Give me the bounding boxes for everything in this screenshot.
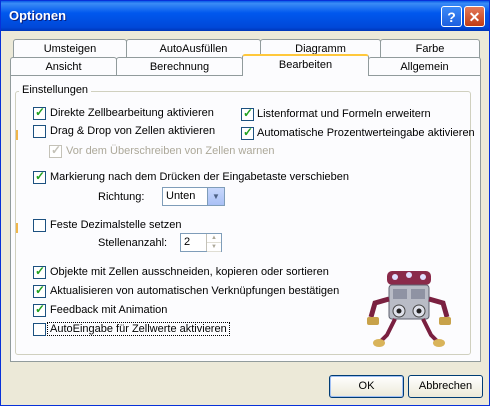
objekte-ausschneiden-checkbox[interactable] xyxy=(33,264,46,279)
tab-ansicht[interactable]: Ansicht xyxy=(10,57,117,76)
markierung-verschieben-checkbox[interactable] xyxy=(33,169,46,184)
feste-dezimalstelle-checkbox[interactable] xyxy=(33,219,46,232)
office-assistant-robot-icon[interactable] xyxy=(367,269,451,351)
options-dialog: Optionen ? ✕ Umsteigen AutoAusfüllen Dia… xyxy=(0,0,490,406)
tab-umsteigen[interactable]: Umsteigen xyxy=(13,39,127,58)
feedback-animation-label[interactable]: Feedback mit Animation xyxy=(50,304,167,316)
stellenanzahl-label: Stellenanzahl: xyxy=(98,237,168,249)
prozentwerteingabe-checkbox[interactable] xyxy=(241,125,254,140)
autoeingabe-checkbox[interactable] xyxy=(33,323,46,336)
spinner-buttons[interactable]: ▲ ▼ xyxy=(206,234,221,252)
close-icon[interactable]: ✕ xyxy=(464,6,485,27)
title-bar[interactable]: Optionen ? ✕ xyxy=(1,1,489,31)
drag-drop-label[interactable]: Drag & Drop von Zellen aktivieren xyxy=(50,125,215,137)
ueberschreiben-warnen-checkbox xyxy=(49,143,62,158)
verknuepfungen-checkbox[interactable] xyxy=(33,283,46,298)
richtung-label: Richtung: xyxy=(98,191,145,203)
prozentwerteingabe-label[interactable]: Automatische Prozentwerteingabe aktivier… xyxy=(257,127,475,139)
help-icon[interactable]: ? xyxy=(441,6,462,27)
cancel-button[interactable]: Abbrechen xyxy=(408,375,483,398)
direkte-zellbearbeitung-label[interactable]: Direkte Zellbearbeitung aktivieren xyxy=(50,107,214,119)
richtung-select[interactable]: Unten ▼ xyxy=(162,187,225,206)
spin-down-icon[interactable]: ▼ xyxy=(207,243,221,252)
chevron-down-icon[interactable]: ▼ xyxy=(207,188,224,205)
markierung-verschieben-label[interactable]: Markierung nach dem Drücken der Eingabet… xyxy=(50,171,349,183)
change-marker xyxy=(16,130,18,140)
ueberschreiben-warnen-label: Vor dem Überschreiben von Zellen warnen xyxy=(66,145,275,157)
feste-dezimalstelle-label[interactable]: Feste Dezimalstelle setzen xyxy=(50,219,181,231)
listenformat-label[interactable]: Listenformat und Formeln erweitern xyxy=(257,108,431,120)
listenformat-checkbox[interactable] xyxy=(241,106,254,121)
stellenanzahl-spinner[interactable]: 2 ▲ ▼ xyxy=(180,233,222,252)
tab-autoausfuellen[interactable]: AutoAusfüllen xyxy=(126,39,261,58)
verknuepfungen-label[interactable]: Aktualisieren von automatischen Verknüpf… xyxy=(50,285,339,297)
richtung-value: Unten xyxy=(166,190,196,202)
drag-drop-checkbox[interactable] xyxy=(33,125,46,138)
tab-farbe[interactable]: Farbe xyxy=(380,39,480,58)
ok-button[interactable]: OK xyxy=(329,375,404,398)
change-marker xyxy=(16,223,18,233)
window-title: Optionen xyxy=(9,8,67,23)
direkte-zellbearbeitung-checkbox[interactable] xyxy=(33,105,46,120)
spin-up-icon[interactable]: ▲ xyxy=(207,234,221,243)
tab-bearbeiten[interactable]: Bearbeiten xyxy=(242,54,369,76)
feedback-animation-checkbox[interactable] xyxy=(33,302,46,317)
objekte-ausschneiden-label[interactable]: Objekte mit Zellen ausschneiden, kopiere… xyxy=(50,266,329,278)
tab-berechnung[interactable]: Berechnung xyxy=(116,57,243,76)
tab-allgemein[interactable]: Allgemein xyxy=(368,57,481,76)
stellenanzahl-value: 2 xyxy=(184,236,191,248)
settings-group-label: Einstellungen xyxy=(19,84,92,96)
autoeingabe-label[interactable]: AutoEingabe für Zellwerte aktivieren xyxy=(47,322,230,336)
